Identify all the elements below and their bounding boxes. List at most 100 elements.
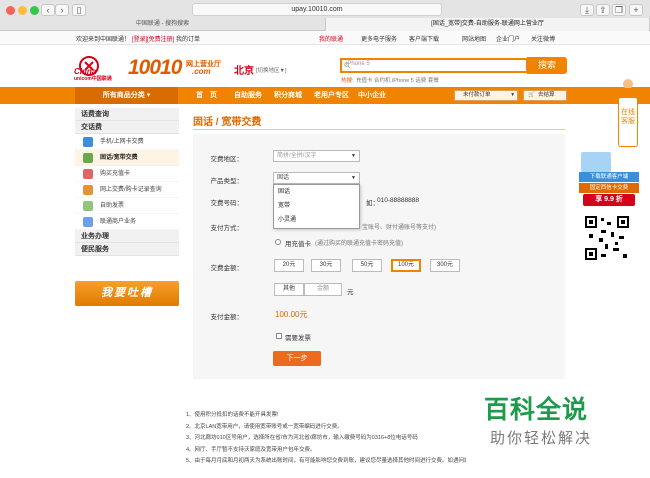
sidebar-item-label: 联通商户业务 bbox=[100, 219, 137, 225]
nav-self-service[interactable]: 自助服务 bbox=[234, 90, 262, 100]
sidebar-icon[interactable]: ▯ bbox=[72, 4, 86, 16]
sidebar-item-merchant[interactable]: 联通商户业务 bbox=[75, 214, 179, 230]
zoom-window-icon[interactable] bbox=[30, 6, 39, 15]
hot-words[interactable]: 充值卡 合约机 iPhone 5 话费 套餐 bbox=[356, 76, 439, 84]
login-link[interactable]: [登录] bbox=[132, 34, 147, 43]
tab-unicom[interactable]: [固话_宽带]交费-自助服务-联通网上营业厅 bbox=[325, 18, 650, 31]
amount-20-button[interactable]: 20元 bbox=[274, 259, 304, 272]
search-box[interactable]: iPhone 5 bbox=[340, 58, 528, 73]
orders-link[interactable]: 我的订单 bbox=[176, 34, 200, 43]
close-window-icon[interactable] bbox=[6, 6, 15, 15]
page-title: 固话 / 宽带交费 bbox=[193, 117, 262, 128]
online-service-button[interactable]: 在线客服 bbox=[618, 97, 638, 147]
sidebar-item-fixed-broadband[interactable]: 固话/宽带交费 bbox=[75, 150, 179, 166]
pay-method-label: 支付方式： bbox=[210, 225, 244, 232]
address-bar[interactable]: upay.10010.com bbox=[192, 3, 442, 16]
enterprise-link[interactable]: 企业门户 bbox=[496, 34, 520, 43]
nav-points-mall[interactable]: 积分商城 bbox=[274, 90, 302, 100]
product-select[interactable]: 固话 ▼ bbox=[273, 172, 360, 184]
amount-300-button[interactable]: 300元 bbox=[430, 259, 460, 272]
city-name: 北京 bbox=[234, 66, 254, 77]
chevron-down-icon: ▼ bbox=[351, 175, 356, 181]
nav-home[interactable]: 首 页 bbox=[196, 90, 217, 100]
amount-100-button[interactable]: 100元 bbox=[391, 259, 421, 272]
my-unicom-link[interactable]: 我的联通 bbox=[319, 34, 343, 43]
sidebar-group-services[interactable]: 便民服务 bbox=[75, 243, 179, 256]
next-button[interactable]: 下一步 bbox=[273, 351, 321, 366]
search-button[interactable]: 搜索 bbox=[527, 57, 567, 74]
sidebar-item-buy-card[interactable]: 购买充值卡 bbox=[75, 166, 179, 182]
list-item: 4、网厅、手厅暂不支持沃家庭及宽带用户包年交费。 bbox=[186, 446, 316, 453]
client-download-link[interactable]: 客户端下载 bbox=[409, 34, 439, 43]
sidebar-item-mobile-pay[interactable]: 手机/上网卡交费 bbox=[75, 134, 179, 150]
minimize-window-icon[interactable] bbox=[18, 6, 27, 15]
telephone-icon bbox=[83, 153, 93, 163]
amount-input-placeholder: 金额 bbox=[317, 286, 330, 292]
amount-50-button[interactable]: 50元 bbox=[352, 259, 382, 272]
share-icon[interactable]: ⇪ bbox=[596, 4, 610, 16]
sidebar: 话费查询 交话费 手机/上网卡交费 固话/宽带交费 购买充值卡 网上交费/购卡记… bbox=[75, 108, 179, 256]
nav-old-users[interactable]: 老用户专区 bbox=[314, 90, 349, 100]
tabs-icon[interactable]: ❐ bbox=[612, 4, 626, 16]
chevron-down-icon: ▾ bbox=[511, 92, 514, 98]
paid-label: 支付金额： bbox=[210, 314, 244, 321]
region-label: 交费地区： bbox=[210, 156, 244, 163]
sidebar-group-business[interactable]: 业务办理 bbox=[75, 230, 179, 243]
unpaid-orders-dropdown[interactable]: 未付款订单 ▾ bbox=[454, 90, 518, 101]
amount-30-button[interactable]: 30元 bbox=[311, 259, 341, 272]
sidebar-item-label: 自助发票 bbox=[100, 203, 125, 209]
chevron-down-icon: ▾ bbox=[146, 92, 151, 99]
app-promo-banner[interactable]: 下载联通客户端 固定西信卡交费 享 9.9 折 bbox=[579, 152, 639, 212]
tab-label: 中国联通 - 搜狗搜索 bbox=[135, 21, 190, 27]
weibo-link[interactable]: 关注微博 bbox=[531, 34, 555, 43]
complaint-banner[interactable]: 我要吐槽 bbox=[75, 281, 179, 306]
pay-card-hint: (通过购买的联通充值卡密码充值) bbox=[315, 241, 403, 247]
pay-card-radio[interactable] bbox=[275, 239, 281, 245]
nav-sme[interactable]: 中小企业 bbox=[358, 90, 386, 100]
more-ebooks-link[interactable]: 更多电子服务 bbox=[361, 34, 397, 43]
sidebar-group-bill-query[interactable]: 话费查询 bbox=[75, 108, 179, 121]
logo-dotcom: .com bbox=[192, 67, 211, 76]
sidebar-group-pay[interactable]: 交话费 bbox=[75, 121, 179, 134]
register-link[interactable]: [免费注册] bbox=[147, 34, 174, 43]
amount-input[interactable]: 金额 bbox=[304, 283, 342, 296]
unpaid-orders-label: 未付款订单 bbox=[463, 92, 491, 98]
region-placeholder: 简拼/全拼/汉字 bbox=[277, 153, 317, 159]
sidebar-item-invoice[interactable]: 自助发票 bbox=[75, 198, 179, 214]
region-select[interactable]: 简拼/全拼/汉字 ▼ bbox=[273, 150, 360, 162]
tab-sogou[interactable]: 中国联通 - 搜狗搜索 bbox=[0, 18, 325, 31]
sidebar-item-records[interactable]: 网上交费/购卡记录查询 bbox=[75, 182, 179, 198]
pay-form-panel bbox=[193, 134, 565, 379]
sidebar-item-label: 固话/宽带交费 bbox=[100, 155, 138, 161]
download-icon[interactable]: ⤓ bbox=[580, 4, 594, 16]
invoice-checkbox[interactable] bbox=[276, 333, 282, 339]
logo-10010[interactable]: 10010 bbox=[128, 56, 182, 80]
sidebar-item-label: 手机/上网卡交费 bbox=[100, 139, 144, 145]
sitemap-link[interactable]: 网站地图 bbox=[462, 34, 486, 43]
browser-chrome: ‹ › ▯ upay.10010.com ⤓ ⇪ ❐ + 中国联通 - 搜狗搜索… bbox=[0, 0, 650, 31]
watermark-title: 百科全说 bbox=[484, 396, 589, 424]
product-dropdown-list: 固话 宽带 小灵通 bbox=[273, 184, 360, 229]
number-example: 010-88888888 bbox=[377, 197, 419, 204]
product-value: 固话 bbox=[277, 175, 290, 181]
yuan-unit: 元 bbox=[347, 289, 354, 296]
top-links-bar: 欢迎来到中国联通！ [登录] [免费注册] 我的订单 我的联通 更多电子服务 客… bbox=[0, 31, 650, 45]
all-categories-button[interactable]: 所有商品分类 ▾ bbox=[75, 87, 178, 104]
back-icon[interactable]: ‹ bbox=[41, 4, 55, 16]
pay-method-hint: 宝账号、财付通账号等支付) bbox=[362, 225, 436, 231]
sidebar-item-label: 购买充值卡 bbox=[100, 171, 131, 177]
cart-label: 去结算 bbox=[538, 92, 555, 98]
product-option-fixed[interactable]: 固话 bbox=[274, 185, 359, 199]
tab-bar: 中国联通 - 搜狗搜索 [固话_宽带]交费-自助服务-联通网上营业厅 bbox=[0, 18, 650, 31]
cart-icon: 🛒 bbox=[528, 92, 535, 98]
amount-other-button[interactable]: 其他 bbox=[274, 283, 304, 296]
cart-button[interactable]: 🛒 去结算 bbox=[523, 90, 567, 101]
city-switch[interactable]: [切换地区▼] bbox=[256, 66, 287, 74]
hot-label: 热搜: bbox=[341, 78, 354, 84]
tab-label: [固话_宽带]交费-自助服务-联通网上营业厅 bbox=[431, 21, 544, 27]
address-url: upay.10010.com bbox=[291, 6, 343, 13]
product-option-broadband[interactable]: 宽带 bbox=[274, 199, 359, 213]
forward-icon[interactable]: › bbox=[55, 4, 69, 16]
new-tab-icon[interactable]: + bbox=[629, 4, 643, 16]
product-option-phs[interactable]: 小灵通 bbox=[274, 213, 359, 227]
